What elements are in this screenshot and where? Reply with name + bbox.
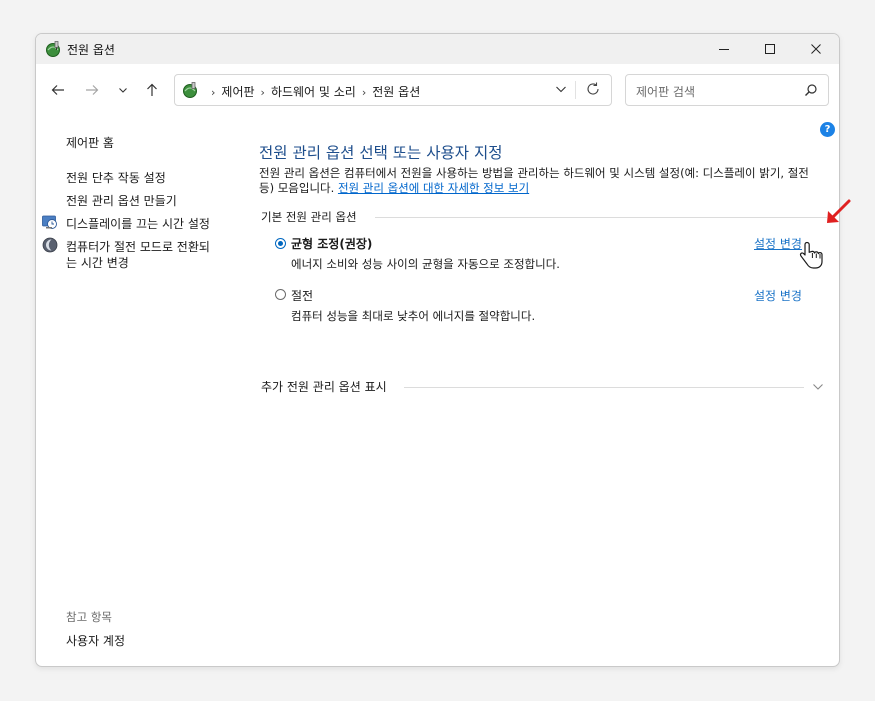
up-button[interactable] <box>140 78 164 102</box>
window-title: 전원 옵션 <box>67 43 115 57</box>
breadcrumb-separator[interactable]: › <box>362 86 366 99</box>
plan-power-saver-radio[interactable] <box>275 289 286 300</box>
sidebar-item-sleep-time-line1[interactable]: 컴퓨터가 절전 모드로 전환되 <box>66 238 210 255</box>
see-also-heading: 참고 항목 <box>66 610 112 624</box>
preferred-plans-heading: 기본 전원 관리 옵션 <box>261 210 357 224</box>
address-divider <box>575 81 576 99</box>
task-pane: 제어판 홈 전원 단추 작동 설정 전원 관리 옵션 만들기 디스플레이를 끄는… <box>36 129 236 659</box>
search-icon[interactable] <box>804 83 818 97</box>
power-options-window: 전원 옵션 › 제어판 › 하드웨어 및 소리 › 전원 옵션 제어판 검색 제… <box>35 33 840 667</box>
additional-plans-divider <box>404 387 804 388</box>
plan-power-saver-description: 컴퓨터 성능을 최대로 낮추어 에너지를 절약합니다. <box>291 309 536 323</box>
address-dropdown-icon[interactable] <box>553 81 569 97</box>
display-clock-icon <box>42 215 57 229</box>
control-panel-icon <box>183 82 197 98</box>
breadcrumb-separator: › <box>211 86 216 99</box>
sidebar-item-display-off-time[interactable]: 디스플레이를 끄는 시간 설정 <box>66 215 210 232</box>
search-box[interactable]: 제어판 검색 <box>625 74 829 106</box>
plan-power-saver-name[interactable]: 절전 <box>291 287 313 304</box>
sidebar-item-create-plan[interactable]: 전원 관리 옵션 만들기 <box>66 192 177 209</box>
plan-balanced-radio[interactable] <box>275 238 286 249</box>
maximize-button[interactable] <box>747 34 793 64</box>
expand-chevron-icon[interactable] <box>811 380 825 394</box>
show-additional-plans-label[interactable]: 추가 전원 관리 옵션 표시 <box>261 378 387 395</box>
address-row: › 제어판 › 하드웨어 및 소리 › 전원 옵션 제어판 검색 <box>36 72 839 108</box>
breadcrumb-separator[interactable]: › <box>261 86 265 99</box>
minimize-button[interactable] <box>701 34 747 64</box>
breadcrumb-power-options[interactable]: 전원 옵션 <box>372 85 420 99</box>
arrow-right-icon <box>86 85 99 95</box>
annotation-arrow-icon <box>827 199 851 223</box>
breadcrumb-control-panel[interactable]: 제어판 <box>221 85 254 99</box>
power-options-app-icon <box>46 41 60 57</box>
title-bar: 전원 옵션 <box>36 34 839 64</box>
more-info-link[interactable]: 전원 관리 옵션에 대한 자세한 정보 보기 <box>338 181 529 195</box>
close-button[interactable] <box>793 34 839 64</box>
arrow-up-icon <box>147 83 157 96</box>
sidebar-item-power-button[interactable]: 전원 단추 작동 설정 <box>66 169 166 186</box>
plan-balanced-name[interactable]: 균형 조정(권장) <box>291 235 372 252</box>
plan-balanced-change-settings-link[interactable]: 설정 변경 <box>754 235 802 252</box>
recent-locations-button[interactable] <box>111 78 135 102</box>
close-icon <box>811 44 821 54</box>
see-also-user-accounts-link[interactable]: 사용자 계정 <box>66 632 125 649</box>
page-title: 전원 관리 옵션 선택 또는 사용자 지정 <box>259 144 503 162</box>
page-description: 전원 관리 옵션은 컴퓨터에서 전원을 사용하는 방법을 관리하는 하드웨어 및… <box>259 166 824 196</box>
refresh-icon[interactable] <box>585 81 601 97</box>
plan-balanced-description: 에너지 소비와 성능 사이의 균형을 자동으로 조정합니다. <box>291 257 560 271</box>
chevron-down-icon <box>119 88 127 93</box>
main-content: 전원 관리 옵션 선택 또는 사용자 지정 전원 관리 옵션은 컴퓨터에서 전원… <box>259 134 829 434</box>
minimize-icon <box>719 49 729 50</box>
plan-power-saver-change-settings-link[interactable]: 설정 변경 <box>754 287 802 304</box>
control-panel-home-link[interactable]: 제어판 홈 <box>66 134 114 151</box>
moon-icon <box>42 237 58 253</box>
preferred-plans-divider <box>375 217 827 218</box>
maximize-icon <box>765 44 775 54</box>
breadcrumb-hardware-sound[interactable]: 하드웨어 및 소리 <box>271 85 356 99</box>
breadcrumb: › 제어판 › 하드웨어 및 소리 › 전원 옵션 <box>205 83 420 100</box>
back-button[interactable] <box>46 78 70 102</box>
sidebar-item-sleep-time-line2[interactable]: 는 시간 변경 <box>66 254 129 271</box>
forward-button[interactable] <box>80 78 104 102</box>
hand-cursor-icon <box>799 241 823 269</box>
address-bar[interactable]: › 제어판 › 하드웨어 및 소리 › 전원 옵션 <box>174 74 612 106</box>
arrow-left-icon <box>51 85 64 95</box>
search-placeholder[interactable]: 제어판 검색 <box>636 83 695 100</box>
